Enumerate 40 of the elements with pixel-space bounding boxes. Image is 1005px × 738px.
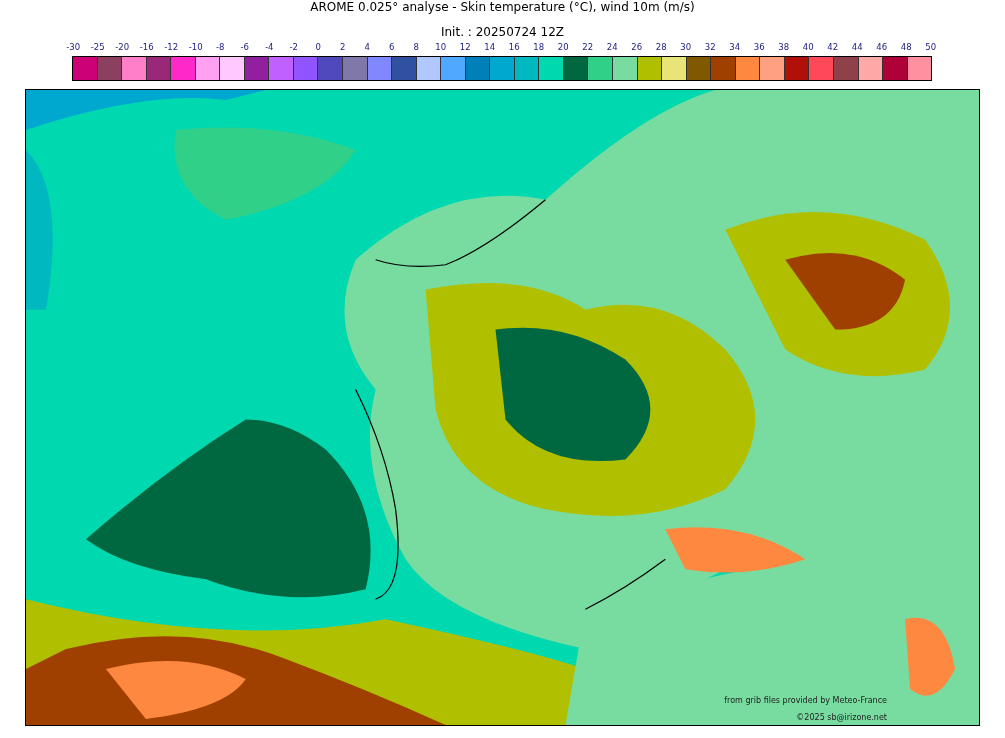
init-time: Init. : 20250724 12Z [440,25,565,40]
legend-tick-label: 18 [532,42,546,53]
legend-tick-label: -10 [187,42,204,53]
chart-title: AROME 0.025° analyse - Skin temperature (°C), wind 10m (m/s) [310,0,695,15]
legend-tick-label: 28 [654,42,668,53]
legend-tick-label: 20 [556,42,570,53]
legend-tick-label: 36 [752,42,766,53]
legend-tick-label: 50 [924,42,938,53]
legend-tick-label: 38 [777,42,791,53]
legend-tick-label: 12 [458,42,472,53]
legend-tick-label: 42 [826,42,840,53]
credit-text: ©2025 sb@irizone.net [796,713,887,723]
legend-tick-label: 48 [899,42,913,53]
legend-tick-label: 4 [363,42,371,53]
legend-tick-label: -16 [138,42,155,53]
legend-tick-label: -30 [65,42,82,53]
legend-tick-label: 0 [314,42,322,53]
legend-tick-label: 24 [605,42,619,53]
legend-tick-label: -20 [114,42,131,53]
legend-tick-label: -4 [264,42,275,53]
legend-tick-label: 6 [388,42,396,53]
legend-tick-label: -12 [163,42,180,53]
legend-tick-label: 32 [703,42,717,53]
legend-tick-label: 22 [581,42,595,53]
credit-text: from grib files provided by Meteo-France [724,696,887,706]
legend-tick-label: -6 [239,42,250,53]
legend-tick-label: 16 [507,42,521,53]
legend-tick-label: -2 [288,42,299,53]
legend-tick-label: 46 [875,42,889,53]
legend-tick-label: -25 [89,42,106,53]
legend-tick-label: 40 [801,42,815,53]
legend-tick-label: 34 [728,42,742,53]
legend-tick-label: 2 [339,42,347,53]
legend-tick-label: 14 [483,42,497,53]
legend-tick-label: 44 [850,42,864,53]
legend-tick-label: 26 [630,42,644,53]
legend-tick-label: 30 [679,42,693,53]
legend-tick-label: 10 [434,42,448,53]
legend-tick-label: 8 [412,42,420,53]
legend-tick-label: -8 [215,42,226,53]
